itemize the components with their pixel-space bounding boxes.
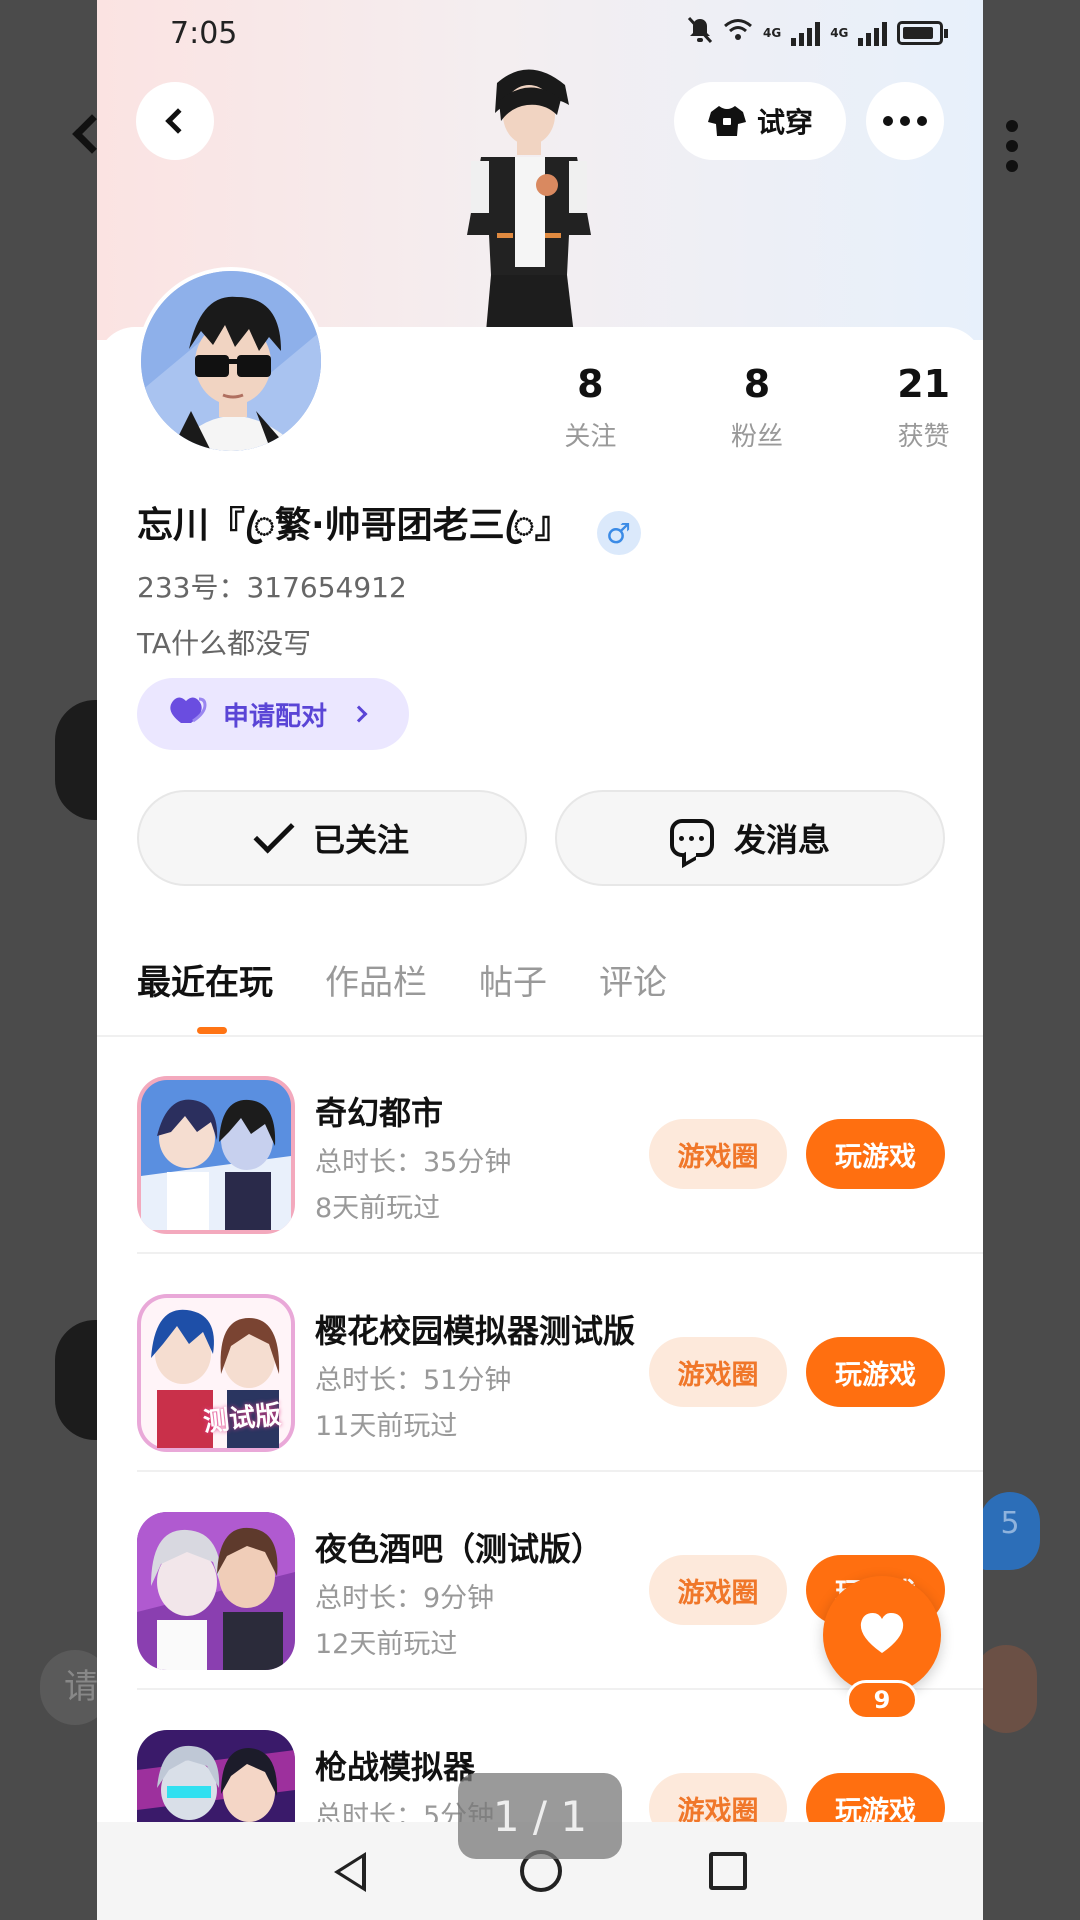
game-list-item[interactable]: 奇幻都市 总时长：35分钟 8天前玩过 游戏圈 玩游戏 <box>97 1036 983 1254</box>
game-name: 夜色酒吧（测试版） <box>315 1530 604 1568</box>
tab-posts[interactable]: 帖子 <box>479 955 547 1004</box>
bio: TA什么都没写 <box>137 627 312 660</box>
stat-following[interactable]: 8 关注 <box>507 362 674 453</box>
background-send-button <box>975 1645 1037 1733</box>
game-duration: 总时长：51分钟 <box>315 1365 512 1396</box>
stat-followers[interactable]: 8 粉丝 <box>674 362 841 453</box>
game-circle-button[interactable]: 游戏圈 <box>649 1337 787 1407</box>
apply-pair-button[interactable]: 申请配对 <box>137 678 409 750</box>
user-id: 233号：317654912 <box>137 571 407 604</box>
send-message-button[interactable]: 发消息 <box>555 790 945 886</box>
game-duration: 总时长：9分钟 <box>315 1583 495 1614</box>
network-label: 4G <box>830 26 849 40</box>
page-indicator: 1 / 1 <box>458 1773 622 1859</box>
avatar-character-figure <box>457 65 602 343</box>
tab-indicator <box>197 1027 227 1034</box>
game-name: 樱花校园模拟器测试版 <box>315 1312 635 1350</box>
nav-recents-icon[interactable] <box>709 1852 747 1890</box>
signal-icon <box>858 20 888 46</box>
like-button[interactable] <box>823 1576 941 1694</box>
chevron-left-icon <box>165 108 191 134</box>
game-list-item[interactable]: 测试版 樱花校园模拟器测试版 总时长：51分钟 11天前玩过 游戏圈 玩游戏 <box>97 1254 983 1472</box>
profile-stats: 8 关注 8 粉丝 21 获赞 <box>507 362 983 453</box>
stat-value: 8 <box>577 362 604 406</box>
game-last-played: 11天前玩过 <box>315 1411 458 1442</box>
try-on-button[interactable]: 试穿 <box>674 82 846 160</box>
tshirt-icon <box>707 104 747 138</box>
game-circle-button[interactable]: 游戏圈 <box>649 1555 787 1625</box>
followed-label: 已关注 <box>312 821 409 859</box>
heart-icon <box>169 695 209 733</box>
play-game-button[interactable]: 玩游戏 <box>806 1337 945 1407</box>
stat-value: 21 <box>897 362 951 406</box>
try-on-label: 试穿 <box>756 106 813 139</box>
tab-recently-playing[interactable]: 最近在玩 <box>137 955 273 1004</box>
nav-back-icon[interactable] <box>334 1852 366 1892</box>
game-name: 奇幻都市 <box>315 1094 444 1132</box>
username: 忘川『ꦿ繁·帅哥团老三ꦿ』 <box>137 505 571 546</box>
game-icon <box>137 1512 295 1670</box>
back-button[interactable] <box>136 82 214 160</box>
status-icons: 4G 4G <box>687 16 949 50</box>
male-gender-icon: ♂ <box>596 511 641 555</box>
battery-icon <box>897 21 949 45</box>
stat-likes[interactable]: 21 获赞 <box>840 362 983 453</box>
avatar[interactable] <box>137 267 325 455</box>
game-duration: 总时长：35分钟 <box>315 1147 512 1178</box>
game-icon: 测试版 <box>137 1294 295 1452</box>
profile-screen: 7:05 4G 4G 试穿 8 关注 8 粉丝 21 获赞 忘川『ꦿ繁·帅哥团老… <box>97 0 983 1920</box>
wifi-icon <box>723 18 753 48</box>
send-message-label: 发消息 <box>733 821 830 859</box>
status-time: 7:05 <box>170 16 238 51</box>
network-label: 4G <box>763 26 782 40</box>
background-more-icon <box>1006 120 1020 180</box>
game-icon <box>137 1076 295 1234</box>
stat-label: 获赞 <box>897 422 950 452</box>
name-row: 忘川『ꦿ繁·帅哥团老三ꦿ』 ♂ <box>137 496 641 570</box>
apply-pair-label: 申请配对 <box>223 701 328 732</box>
more-button[interactable] <box>866 82 944 160</box>
signal-icon <box>791 20 821 46</box>
chevron-right-icon <box>350 705 368 723</box>
play-game-button[interactable]: 玩游戏 <box>806 1119 945 1189</box>
game-circle-button[interactable]: 游戏圈 <box>649 1119 787 1189</box>
check-icon <box>253 812 295 854</box>
tab-comments[interactable]: 评论 <box>599 955 667 1004</box>
heart-icon <box>857 1611 907 1659</box>
game-last-played: 8天前玩过 <box>315 1193 441 1224</box>
chat-bubble-icon <box>669 819 714 857</box>
like-count-badge: 9 <box>846 1680 918 1720</box>
followed-button[interactable]: 已关注 <box>137 790 527 886</box>
more-dots-icon <box>883 116 927 126</box>
stat-label: 关注 <box>564 422 617 452</box>
profile-tabs: 最近在玩 作品栏 帖子 评论 <box>137 955 667 1004</box>
stat-value: 8 <box>743 362 771 406</box>
game-last-played: 12天前玩过 <box>315 1629 458 1660</box>
tab-works[interactable]: 作品栏 <box>325 955 427 1004</box>
mute-icon <box>687 16 713 50</box>
background-badge: 5 <box>980 1492 1040 1570</box>
stat-label: 粉丝 <box>731 422 784 452</box>
